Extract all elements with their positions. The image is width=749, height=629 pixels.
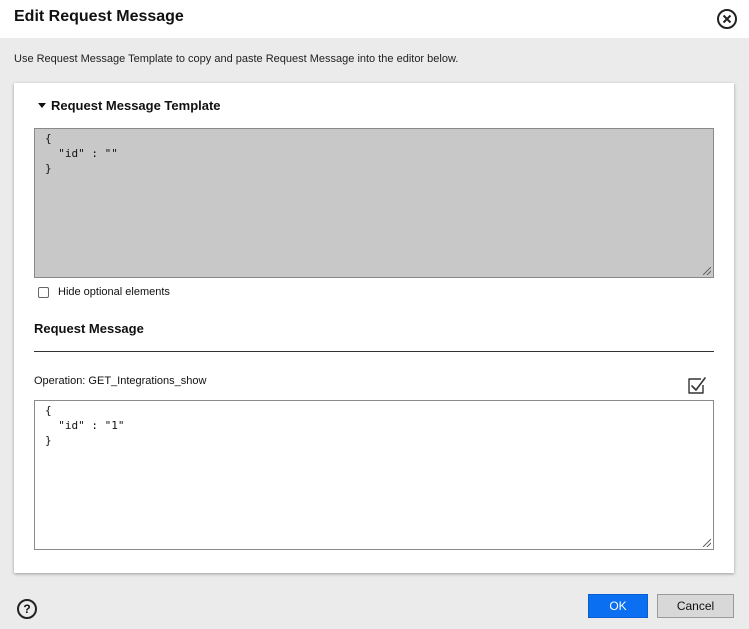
hide-optional-checkbox[interactable] [38, 286, 49, 298]
close-icon [722, 14, 732, 24]
help-icon[interactable]: ? [17, 599, 37, 619]
content-panel: Request Message Template { "id" : "" } H… [14, 83, 734, 573]
request-message-heading: Request Message [34, 321, 144, 336]
divider [34, 351, 714, 352]
request-message-editor[interactable]: { "id" : "1" } [34, 400, 714, 550]
resize-grip-icon[interactable] [703, 539, 711, 547]
cancel-button[interactable]: Cancel [657, 594, 734, 618]
hide-optional-row: Hide optional elements [38, 286, 170, 298]
close-button[interactable] [717, 9, 737, 29]
resize-grip-icon[interactable] [703, 267, 711, 275]
dialog-title: Edit Request Message [14, 8, 184, 25]
instructions-text: Use Request Message Template to copy and… [14, 53, 459, 65]
template-section-label: Request Message Template [51, 98, 221, 113]
operation-label: Operation: GET_Integrations_show [34, 375, 207, 387]
template-code: { "id" : "" } [45, 132, 118, 175]
request-message-code: { "id" : "1" } [45, 404, 125, 447]
hide-optional-label: Hide optional elements [58, 286, 170, 298]
ok-button[interactable]: OK [588, 594, 648, 618]
template-section-toggle[interactable]: Request Message Template [38, 98, 221, 113]
template-textarea[interactable]: { "id" : "" } [34, 128, 714, 278]
caret-down-icon [38, 103, 46, 108]
validate-checkbox-icon[interactable] [685, 375, 707, 397]
dialog-titlebar: Edit Request Message [0, 0, 749, 38]
